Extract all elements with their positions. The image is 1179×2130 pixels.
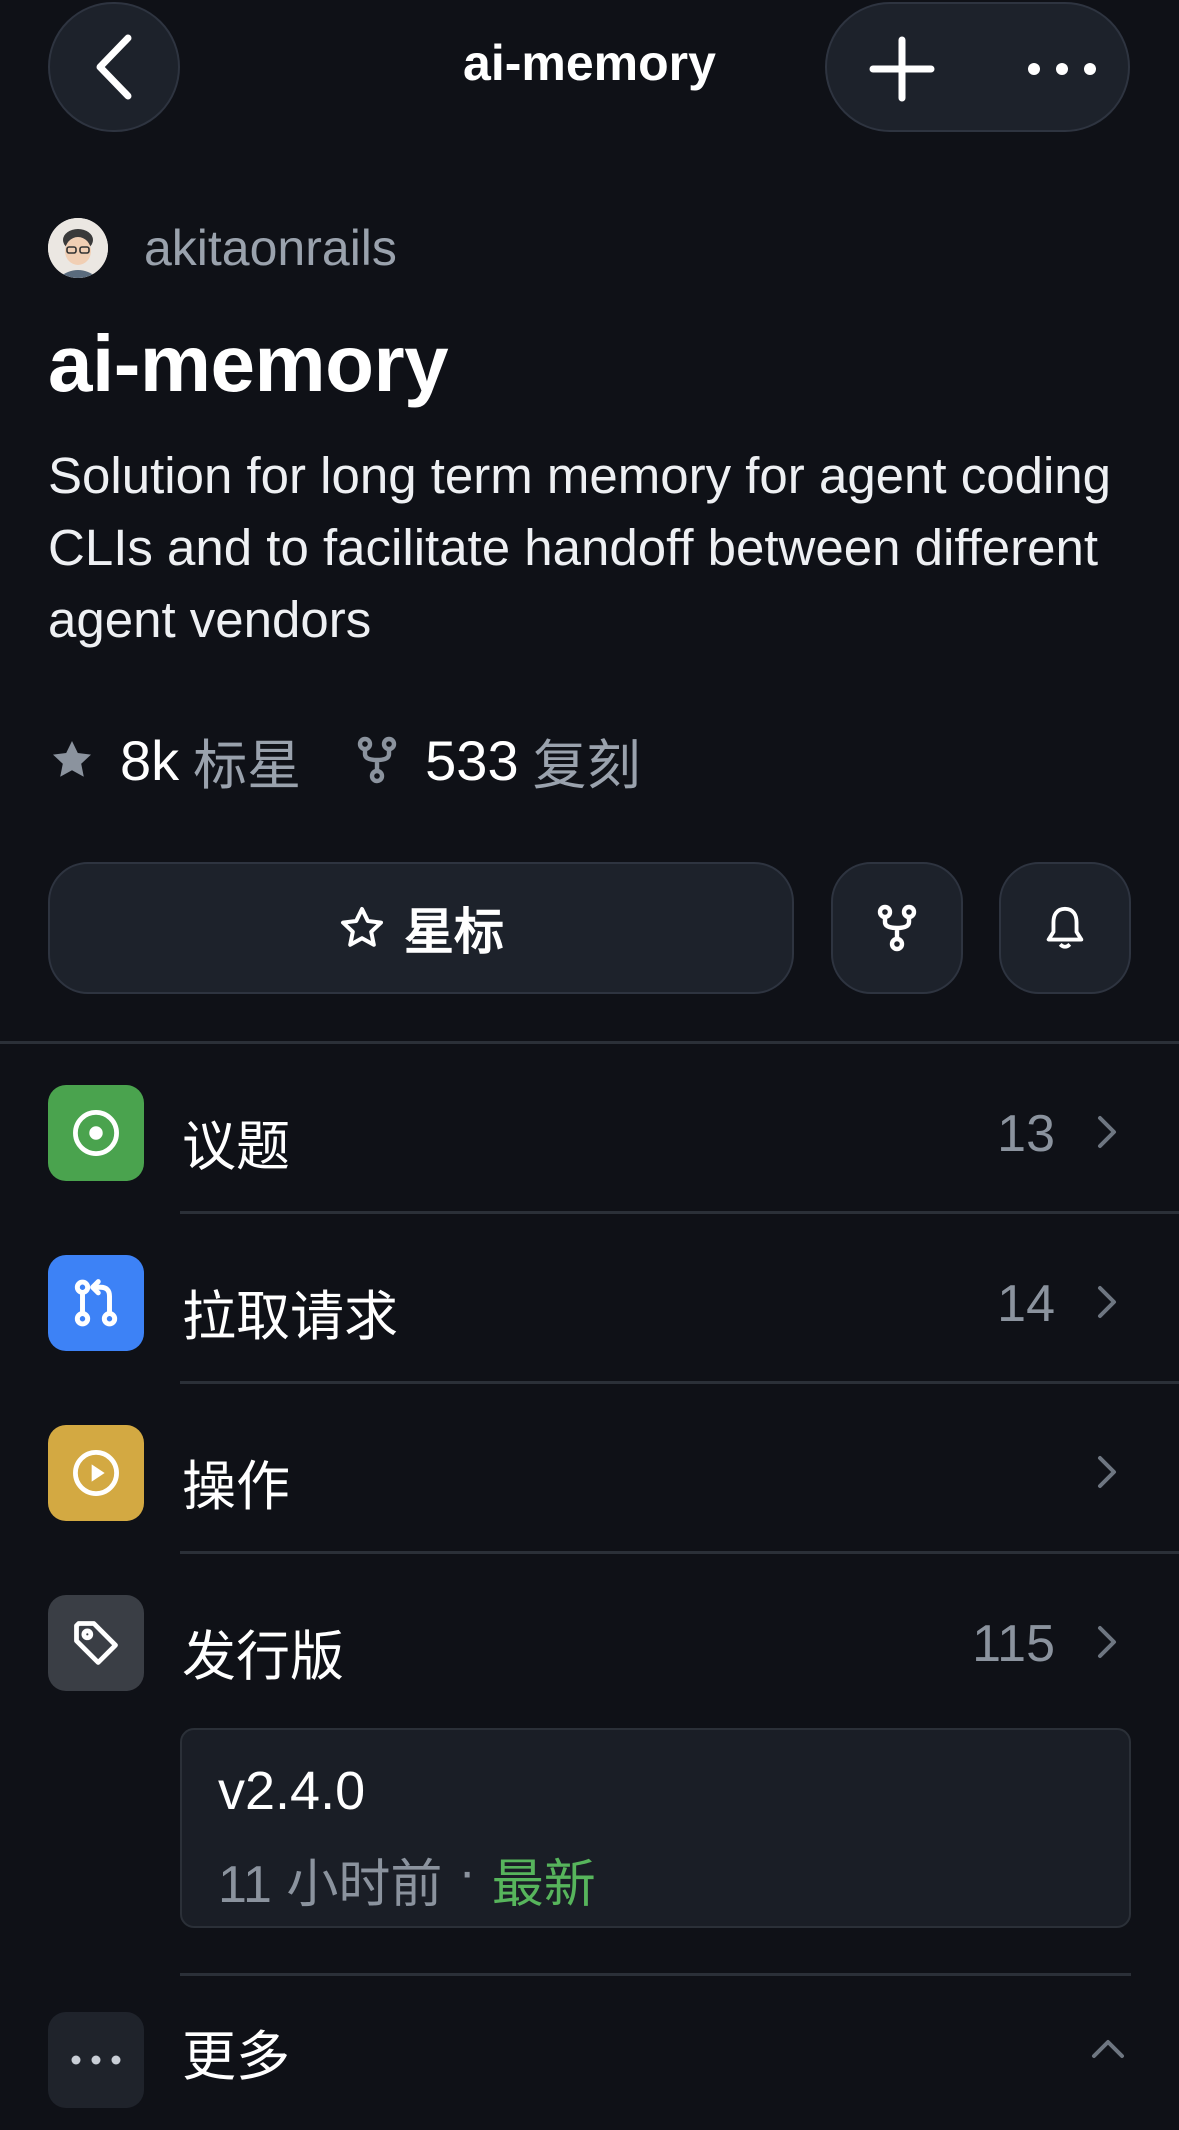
release-dot: · [458,1843,476,1901]
star-outline-icon [341,907,383,947]
row-label: 更多 [182,2027,290,2087]
chevron-up-icon[interactable] [1088,2034,1128,2064]
row-actions[interactable]: 操作 [0,1384,1179,1554]
plus-icon[interactable] [867,34,937,104]
star-filled-icon [48,736,96,784]
play-icon-tile [48,1425,144,1521]
pull-request-icon-tile [48,1255,144,1351]
tag-icon-tile [48,1595,144,1691]
bell-icon [1046,906,1084,949]
release-time: 11 小时前 [218,1856,443,1914]
release-version: v2.4.0 [218,1761,366,1821]
forks-label: 复刻 [532,735,641,796]
forks-count[interactable]: 533 [425,728,518,793]
star-button[interactable]: 星标 [48,862,794,994]
watch-button[interactable] [999,862,1131,994]
more-icon[interactable] [1022,34,1102,104]
chevron-right-icon [1098,1286,1116,1318]
row-more[interactable]: 更多 [0,1976,1179,2130]
chevron-right-icon [1098,1456,1116,1488]
row-pull-requests[interactable]: 拉取请求 14 [0,1214,1179,1384]
row-issues[interactable]: 议题 13 [0,1044,1179,1214]
pull-request-icon [74,1279,118,1327]
row-releases[interactable]: 发行版 115 [0,1554,1179,1724]
chevron-right-icon [1098,1116,1116,1148]
nav-action-pill [825,2,1130,132]
row-count: 13 [997,1105,1055,1163]
more-icon [71,2055,121,2065]
row-label: 拉取请求 [182,1287,398,1347]
stars-count[interactable]: 8k [120,728,179,793]
tag-icon [74,1621,118,1665]
latest-release-card[interactable]: v2.4.0 11 小时前 · 最新 [180,1728,1131,1928]
row-count: 115 [972,1615,1055,1673]
row-label: 操作 [182,1457,290,1517]
latest-badge: 最新 [491,1856,596,1914]
row-count: 14 [997,1275,1055,1333]
row-label: 议题 [182,1117,290,1177]
fork-icon [877,904,917,952]
more-icon-tile [48,2012,144,2108]
repo-description: Solution for long term memory for agent … [48,447,1112,648]
row-label: 发行版 [182,1627,344,1687]
star-button-label: 星标 [404,904,504,960]
stars-label: 标星 [193,735,302,796]
top-nav-bar: ai-memory [0,0,1179,140]
chevron-right-icon [1098,1626,1116,1658]
release-meta: 11 小时前 · 最新 [218,1842,596,1917]
owner-name: akitaonrails [144,220,397,276]
issue-icon-tile [48,1085,144,1181]
fork-icon [357,736,397,784]
repo-title: ai-memory [48,319,449,408]
repo-stats: 8k 标星 533 复刻 [48,725,641,796]
repo-owner[interactable]: akitaonrails [48,218,397,278]
play-icon [73,1450,119,1496]
repo-page: ai-memory akitaonrails ai-memory Solutio… [0,0,1179,2130]
issue-icon [73,1110,119,1156]
avatar[interactable] [48,218,108,278]
fork-button[interactable] [831,862,963,994]
